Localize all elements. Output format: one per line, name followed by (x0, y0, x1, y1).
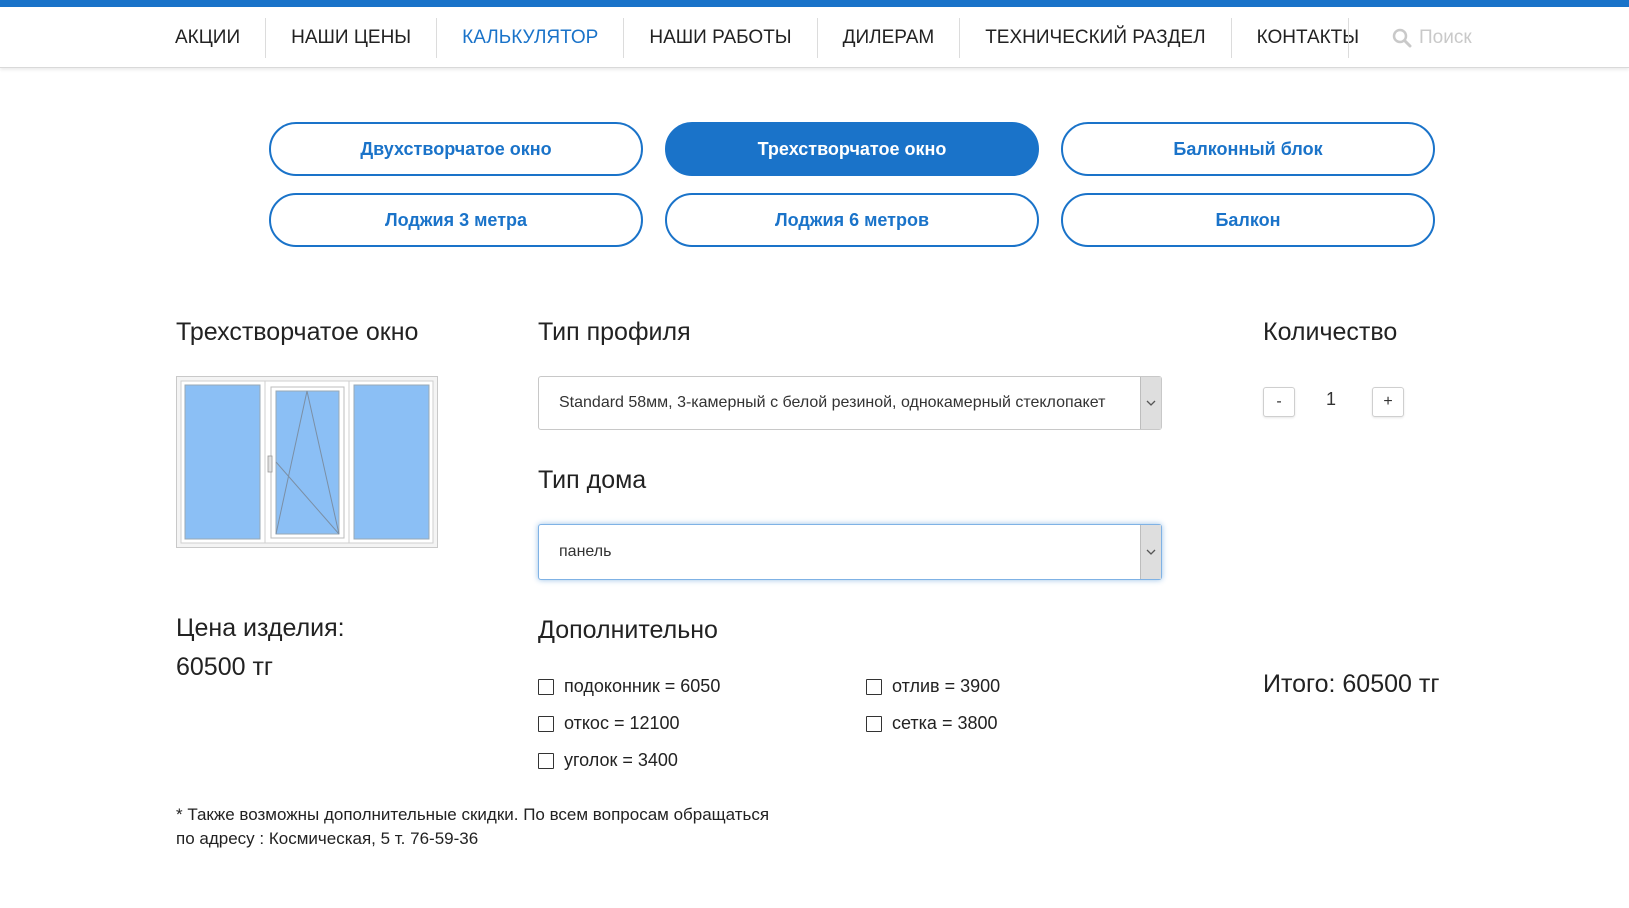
extra-option-corner[interactable]: уголок = 3400 (538, 750, 678, 771)
house-type-select-value: панель (559, 543, 612, 560)
type-button-balcony[interactable]: Балкон (1061, 193, 1435, 247)
nav-item-contacts[interactable]: КОНТАКТЫ (1232, 18, 1385, 58)
checkbox[interactable] (538, 752, 554, 769)
nav-item-prices[interactable]: НАШИ ЦЕНЫ (266, 18, 438, 58)
price-value: 60500 тг (176, 653, 274, 681)
nav-list: АКЦИИ НАШИ ЦЕНЫ КАЛЬКУЛЯТОР НАШИ РАБОТЫ … (150, 18, 1384, 58)
option-label: отлив = 3900 (892, 676, 1001, 696)
footnote-line-2: по адресу : Космическая, 5 т. 76-59-36 (176, 829, 479, 848)
chevron-down-icon[interactable] (1140, 377, 1161, 429)
extras-title: Дополнительно (538, 616, 718, 644)
option-label: подоконник = 6050 (564, 676, 721, 696)
checkbox[interactable] (538, 715, 554, 732)
type-button-loggia-6m[interactable]: Лоджия 6 метров (665, 193, 1039, 247)
quantity-title: Количество (1263, 318, 1398, 346)
quantity-increase-button[interactable]: + (1372, 387, 1404, 417)
footnote: * Также возможны дополнительные скидки. … (176, 803, 769, 851)
option-label: откос = 12100 (564, 713, 680, 733)
profile-select-value: Standard 58мм, 3-камерный с белой резино… (559, 394, 1106, 411)
price-label: Цена изделия: (176, 614, 345, 642)
option-label: сетка = 3800 (892, 713, 998, 733)
search-icon[interactable] (1392, 28, 1412, 48)
type-button-balcony-block[interactable]: Балконный блок (1061, 122, 1435, 176)
main-navigation: АКЦИИ НАШИ ЦЕНЫ КАЛЬКУЛЯТОР НАШИ РАБОТЫ … (0, 7, 1629, 68)
extra-option-windowsill[interactable]: подоконник = 6050 (538, 676, 720, 697)
search-input[interactable] (1419, 27, 1529, 49)
checkbox[interactable] (538, 678, 554, 695)
extra-option-slope[interactable]: откос = 12100 (538, 713, 680, 734)
chevron-down-icon[interactable] (1140, 525, 1161, 579)
option-label: уголок = 3400 (564, 750, 678, 770)
three-sash-window-image (176, 376, 438, 548)
quantity-decrease-button[interactable]: - (1263, 387, 1295, 417)
house-type-select[interactable]: панель (538, 524, 1162, 580)
nav-item-technical[interactable]: ТЕХНИЧЕСКИЙ РАЗДЕЛ (960, 18, 1232, 58)
type-button-three-sash-window[interactable]: Трехстворчатое окно (665, 122, 1039, 176)
checkbox[interactable] (866, 715, 882, 732)
nav-item-works[interactable]: НАШИ РАБОТЫ (624, 18, 818, 58)
profile-title: Тип профиля (538, 318, 691, 346)
nav-divider (1348, 18, 1349, 58)
nav-item-promotions[interactable]: АКЦИИ (150, 18, 267, 58)
top-accent-bar (0, 0, 1629, 7)
type-button-loggia-3m[interactable]: Лоджия 3 метра (269, 193, 643, 247)
nav-item-calculator[interactable]: КАЛЬКУЛЯТОР (437, 18, 625, 58)
house-type-title: Тип дома (538, 466, 647, 494)
nav-item-dealers[interactable]: ДИЛЕРАМ (818, 18, 961, 58)
checkbox[interactable] (866, 678, 882, 695)
quantity-value: 1 (1325, 389, 1336, 409)
extra-option-drip[interactable]: отлив = 3900 (866, 676, 1000, 697)
search-box (1392, 27, 1529, 49)
profile-select[interactable]: Standard 58мм, 3-камерный с белой резино… (538, 376, 1162, 430)
total-price: Итого: 60500 тг (1263, 670, 1440, 698)
type-button-two-sash-window[interactable]: Двухстворчатое окно (269, 122, 643, 176)
footnote-line-1: * Также возможны дополнительные скидки. … (176, 805, 770, 824)
extra-option-mesh[interactable]: сетка = 3800 (866, 713, 998, 734)
product-title: Трехстворчатое окно (176, 318, 419, 346)
